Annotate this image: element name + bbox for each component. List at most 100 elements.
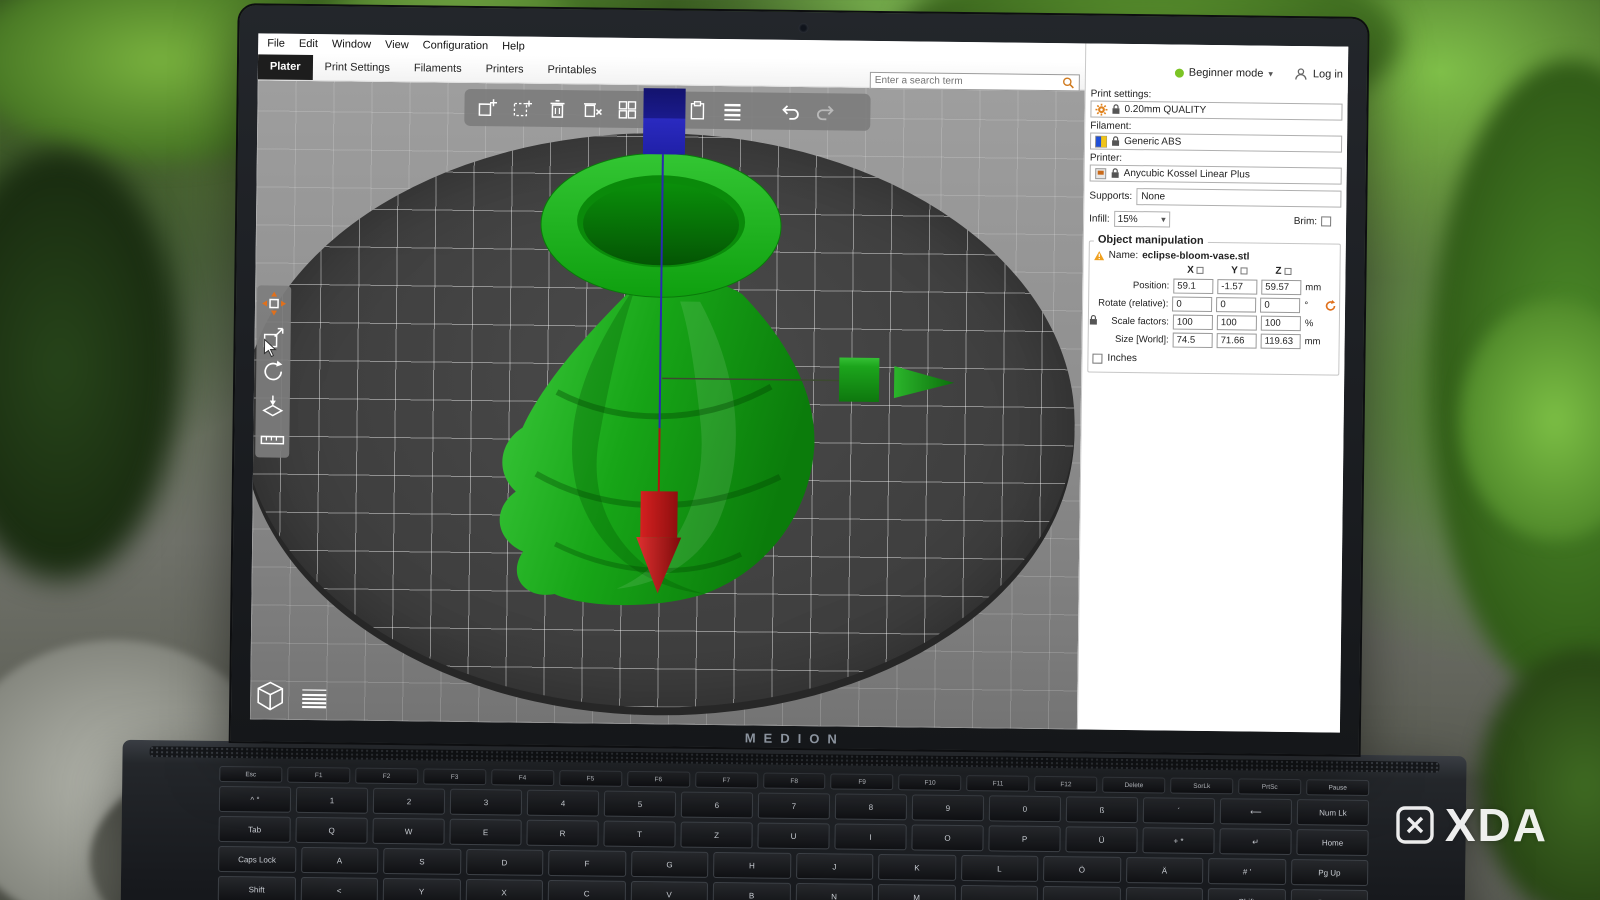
keyboard-key[interactable]: M — [878, 884, 956, 900]
keyboard-key[interactable]: - — [1125, 887, 1203, 900]
keyboard-key[interactable]: F4 — [491, 769, 554, 786]
keyboard-key[interactable]: K — [878, 854, 956, 881]
keyboard-key[interactable]: X — [465, 879, 543, 900]
keyboard-key[interactable]: Caps Lock — [218, 846, 296, 873]
keyboard-key[interactable]: Esc — [219, 766, 282, 783]
keyboard-key[interactable]: B — [713, 882, 791, 900]
inches-checkbox[interactable] — [1092, 353, 1102, 363]
keyboard-key[interactable]: F12 — [1034, 776, 1097, 793]
keyboard-key[interactable]: Tab — [218, 816, 290, 843]
menu-item[interactable]: Edit — [292, 37, 325, 49]
keyboard-key[interactable]: G — [631, 851, 709, 878]
keyboard-key[interactable]: E — [449, 819, 521, 846]
app-tab[interactable]: Filaments — [402, 56, 474, 82]
keyboard-key[interactable]: Ö — [1043, 856, 1121, 883]
add-instance-button[interactable] — [511, 97, 533, 119]
printer-select[interactable]: Anycubic Kossel Linear Plus — [1090, 165, 1342, 185]
keyboard-key[interactable]: Shift — [218, 876, 296, 900]
menu-item[interactable]: Help — [495, 40, 532, 52]
keyboard-key[interactable]: ⟵ — [1220, 798, 1292, 825]
rotate-tool-button[interactable] — [260, 358, 286, 384]
variable-layer-height-button[interactable] — [721, 100, 743, 122]
keyboard-key[interactable]: , — [960, 885, 1038, 900]
axis-x-icon[interactable] — [1197, 267, 1204, 274]
keyboard-key[interactable]: R — [526, 820, 598, 847]
keyboard-key[interactable]: O — [911, 824, 983, 851]
keyboard-key[interactable]: P — [988, 825, 1060, 852]
rotate-z-input[interactable] — [1260, 298, 1300, 313]
keyboard-key[interactable]: 5 — [604, 791, 676, 818]
size-y-input[interactable] — [1217, 333, 1257, 348]
app-tab[interactable]: Printers — [473, 57, 535, 83]
uniform-scale-lock-icon[interactable] — [1089, 315, 1098, 326]
menu-item[interactable]: Configuration — [416, 39, 496, 52]
keyboard-key[interactable]: F11 — [966, 775, 1029, 792]
keyboard-key[interactable]: < — [300, 877, 378, 900]
rotate-y-input[interactable] — [1216, 297, 1256, 312]
keyboard-key[interactable]: F1 — [287, 767, 350, 784]
keyboard-key[interactable]: F10 — [899, 774, 962, 791]
keyboard-key[interactable]: F3 — [423, 768, 486, 785]
scale-x-input[interactable] — [1173, 315, 1213, 330]
keyboard-key[interactable]: . — [1043, 886, 1121, 900]
measure-tool-button[interactable] — [259, 426, 285, 452]
size-x-input[interactable] — [1173, 333, 1213, 348]
keyboard-key[interactable]: 9 — [912, 794, 984, 821]
keyboard-key[interactable]: 7 — [758, 793, 830, 820]
keyboard-key[interactable]: 4 — [527, 790, 599, 817]
keyboard-key[interactable]: 1 — [296, 787, 368, 814]
axis-y-icon[interactable] — [1241, 267, 1248, 274]
mode-selector[interactable]: Beginner mode — [1189, 67, 1264, 80]
keyboard-key[interactable]: 8 — [835, 793, 907, 820]
keyboard-key[interactable]: C — [548, 880, 626, 900]
app-tab[interactable]: Print Settings — [312, 55, 402, 81]
place-on-face-tool-button[interactable] — [260, 392, 286, 418]
keyboard-key[interactable]: F8 — [763, 773, 826, 790]
keyboard-key[interactable]: L — [961, 855, 1039, 882]
keyboard-key[interactable]: Q — [295, 817, 367, 844]
keyboard-key[interactable]: 3 — [450, 789, 522, 816]
3d-viewport[interactable] — [250, 80, 1085, 729]
delete-button[interactable] — [546, 97, 568, 119]
keyboard-key[interactable]: U — [757, 823, 829, 850]
login-link[interactable]: Log in — [1313, 68, 1343, 80]
keyboard-key[interactable]: Shift — [1208, 888, 1286, 900]
keyboard-key[interactable]: Pg Dn — [1290, 889, 1368, 900]
menu-item[interactable]: File — [260, 37, 292, 49]
axis-z-icon[interactable] — [1285, 268, 1292, 275]
keyboard-key[interactable]: F2 — [355, 768, 418, 785]
keyboard-key[interactable]: # ' — [1208, 858, 1286, 885]
keyboard-key[interactable]: D — [466, 849, 544, 876]
keyboard-key[interactable]: SorLk — [1170, 778, 1233, 795]
filament-select[interactable]: Generic ABS — [1090, 133, 1342, 153]
supports-select[interactable]: None — [1136, 188, 1341, 208]
keyboard-key[interactable]: Ä — [1126, 857, 1204, 884]
keyboard-key[interactable]: ^ ° — [219, 786, 291, 813]
keyboard-key[interactable]: W — [372, 818, 444, 845]
keyboard-key[interactable]: F5 — [559, 770, 622, 787]
keyboard-key[interactable]: Y — [383, 878, 461, 900]
keyboard-key[interactable]: H — [713, 852, 791, 879]
menu-item[interactable]: Window — [325, 38, 378, 51]
app-tab[interactable]: Plater — [258, 54, 313, 80]
keyboard-key[interactable]: 2 — [373, 788, 445, 815]
keyboard-key[interactable]: V — [630, 881, 708, 900]
keyboard-key[interactable]: A — [301, 847, 379, 874]
keyboard-key[interactable]: ↵ — [1219, 828, 1291, 855]
keyboard-key[interactable]: F7 — [695, 772, 758, 789]
keyboard-key[interactable]: F — [548, 850, 626, 877]
position-x-input[interactable] — [1173, 279, 1213, 294]
rotate-x-input[interactable] — [1172, 297, 1212, 312]
scale-z-input[interactable] — [1261, 316, 1301, 331]
position-z-input[interactable] — [1261, 280, 1301, 295]
keyboard-key[interactable]: N — [795, 883, 873, 900]
keyboard-key[interactable]: Z — [680, 822, 752, 849]
redo-button[interactable] — [814, 101, 836, 123]
size-z-input[interactable] — [1261, 334, 1301, 349]
copy-button[interactable] — [651, 99, 673, 121]
delete-all-button[interactable] — [581, 98, 603, 120]
keyboard-key[interactable]: PrtSc — [1238, 778, 1301, 795]
undo-button[interactable] — [779, 100, 801, 122]
keyboard-key[interactable]: + * — [1142, 827, 1214, 854]
app-tab[interactable]: Printables — [535, 58, 608, 84]
